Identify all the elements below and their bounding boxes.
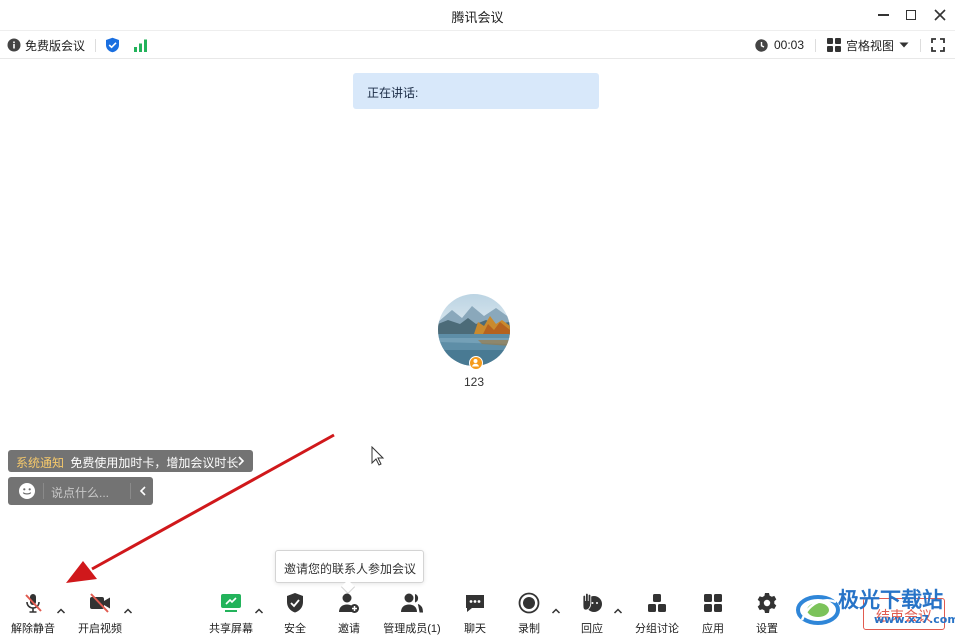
system-notification[interactable]: 系统通知 免费使用加时卡，增加会议时长 — [8, 450, 253, 472]
unmute-label: 解除静音 — [11, 623, 55, 635]
participant-name: 123 — [463, 375, 485, 389]
unmute-button[interactable]: 解除静音 — [9, 590, 57, 636]
signal-icon — [134, 39, 147, 52]
chat-label: 聊天 — [464, 623, 486, 635]
start-video-button[interactable]: 开启视频 — [75, 590, 125, 636]
speaking-indicator: 正在讲话: — [353, 73, 599, 109]
fullscreen-button[interactable] — [931, 31, 945, 59]
record-options-caret-icon[interactable] — [551, 606, 561, 616]
record-label: 录制 — [518, 623, 540, 635]
manage-members-label: 管理成员(1) — [383, 623, 441, 635]
minimize-button[interactable] — [872, 4, 894, 26]
invite-tooltip: 邀请您的联系人参加会议 — [275, 550, 424, 583]
host-badge — [469, 356, 483, 370]
collapse-chevron-icon[interactable] — [139, 486, 147, 496]
react-options-caret-icon[interactable] — [613, 606, 623, 616]
speaking-label: 正在讲话: — [367, 86, 419, 100]
invite-label: 邀请 — [338, 623, 360, 635]
view-switch-button[interactable]: 宫格视图 — [827, 31, 909, 59]
title-bar: 腾讯会议 — [0, 0, 955, 30]
host-person-icon — [472, 359, 479, 367]
divider — [130, 483, 131, 499]
apps-button[interactable]: 应用 — [698, 590, 728, 636]
quick-chat-box[interactable]: 说点什么... — [8, 477, 153, 505]
manage-members-button[interactable]: 管理成员(1) — [379, 590, 445, 636]
grid-view-icon — [827, 38, 841, 52]
chevron-right-icon — [238, 456, 245, 466]
start-video-label: 开启视频 — [78, 623, 122, 635]
share-screen-button[interactable]: 共享屏幕 — [206, 590, 256, 636]
settings-label: 设置 — [756, 623, 778, 635]
share-options-caret-icon[interactable] — [254, 606, 264, 616]
share-screen-icon — [221, 594, 241, 612]
apps-icon — [704, 594, 722, 612]
security-status[interactable] — [105, 31, 120, 59]
security-shield-icon — [287, 593, 303, 613]
divider — [95, 39, 96, 52]
share-screen-label: 共享屏幕 — [209, 623, 253, 635]
meeting-timer: 00:03 — [755, 31, 804, 59]
record-button[interactable]: 录制 — [514, 590, 544, 636]
security-label: 安全 — [284, 623, 306, 635]
divider — [815, 39, 816, 52]
emoji-icon[interactable] — [18, 482, 36, 500]
window-title: 腾讯会议 — [451, 10, 504, 25]
members-icon — [401, 593, 424, 613]
invite-button[interactable]: 邀请 — [334, 590, 364, 636]
chat-input[interactable]: 说点什么... — [51, 484, 109, 501]
maximize-button[interactable] — [900, 4, 922, 26]
minimize-icon — [877, 14, 889, 16]
mic-muted-icon — [25, 594, 42, 613]
invite-user-icon — [339, 593, 359, 613]
close-button[interactable] — [929, 4, 951, 26]
site-watermark: 极光下载站 www.xz7.com — [796, 584, 955, 634]
meeting-top-toolbar: 免费版会议 00:03 宫格视图 — [0, 30, 955, 59]
audio-options-caret-icon[interactable] — [56, 606, 66, 616]
close-icon — [934, 9, 946, 21]
plan-label: 免费版会议 — [25, 38, 86, 53]
fullscreen-icon — [931, 38, 945, 52]
timer-value: 00:03 — [774, 38, 805, 52]
tooltip-text: 邀请您的联系人参加会议 — [284, 562, 417, 576]
video-options-caret-icon[interactable] — [123, 606, 133, 616]
react-label: 回应 — [581, 623, 603, 635]
security-button[interactable]: 安全 — [280, 590, 310, 636]
video-off-icon — [90, 593, 110, 613]
caret-down-icon — [899, 42, 909, 48]
watermark-logo-icon — [796, 595, 840, 625]
notification-tag: 系统通知 — [16, 456, 65, 470]
notification-message: 免费使用加时卡，增加会议时长 — [70, 456, 239, 470]
gear-icon — [757, 593, 777, 613]
chat-button[interactable]: 聊天 — [460, 590, 490, 636]
record-icon — [518, 592, 540, 614]
watermark-url: www.xz7.com — [874, 613, 955, 626]
divider — [43, 483, 44, 499]
mouse-cursor-icon — [371, 446, 385, 466]
shield-icon — [106, 37, 119, 53]
network-status[interactable] — [133, 31, 148, 59]
breakout-label: 分组讨论 — [635, 623, 679, 635]
react-button[interactable]: 回应 — [577, 590, 607, 636]
info-icon — [7, 38, 21, 52]
breakout-icon — [648, 594, 666, 612]
clock-icon — [755, 38, 768, 52]
meeting-info-button[interactable]: 免费版会议 — [7, 31, 85, 59]
divider — [920, 39, 921, 52]
chat-icon — [466, 595, 484, 612]
watermark-text: 极光下载站 — [838, 588, 943, 612]
settings-button[interactable]: 设置 — [752, 590, 782, 636]
view-label: 宫格视图 — [846, 38, 895, 53]
apps-label: 应用 — [702, 623, 724, 635]
maximize-icon — [906, 10, 916, 20]
breakout-button[interactable]: 分组讨论 — [633, 590, 681, 636]
reaction-hand-icon — [582, 592, 602, 612]
